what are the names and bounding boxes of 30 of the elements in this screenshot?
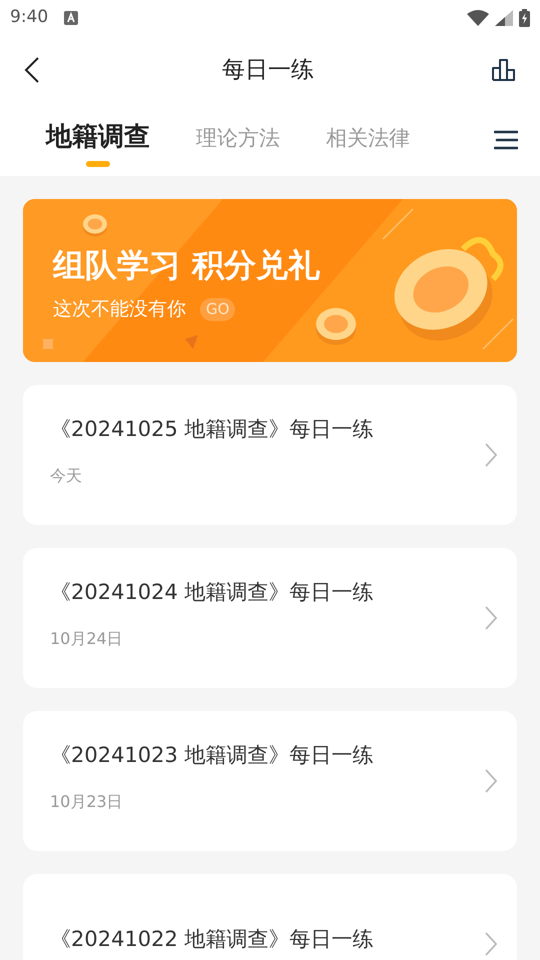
status-time: 9:40: [10, 6, 48, 30]
banner-headline: 组队学习 积分兑礼: [53, 245, 322, 285]
exercise-card[interactable]: 《20241022 地籍调查》每日一练: [23, 874, 517, 960]
chevron-right-icon: [485, 443, 497, 467]
exercise-date: 今天: [50, 464, 83, 487]
category-tab[interactable]: 地籍调查: [46, 118, 150, 167]
battery-icon: [519, 9, 530, 27]
menu-button[interactable]: [494, 130, 518, 150]
exercise-date: 10月24日: [50, 628, 124, 650]
signal-icon: [495, 10, 513, 26]
exercise-title: 《20241025 地籍调查》每日一练: [50, 416, 374, 444]
chevron-right-icon: [485, 769, 497, 793]
exercise-title: 《20241022 地籍调查》每日一练: [50, 926, 374, 954]
wifi-icon: [467, 10, 489, 26]
exercise-card[interactable]: 《20241025 地籍调查》每日一练 今天: [23, 385, 517, 525]
exercise-title: 《20241024 地籍调查》每日一练: [50, 579, 374, 606]
menu-icon: [494, 130, 518, 150]
exercise-card[interactable]: 《20241023 地籍调查》每日一练 10月23日: [23, 711, 517, 851]
exercise-card[interactable]: 《20241024 地籍调查》每日一练 10月24日: [23, 548, 517, 688]
chevron-right-icon: [485, 606, 497, 630]
back-icon: [24, 57, 40, 83]
chevron-right-icon: [485, 932, 497, 956]
ranking-button[interactable]: [492, 58, 516, 82]
banner-subline: 这次不能没有你: [53, 297, 186, 322]
page-title: 每日一练: [222, 56, 314, 85]
exercise-date: 10月23日: [50, 790, 124, 813]
tab-indicator: [86, 161, 110, 167]
notification-icon: [64, 11, 78, 25]
exercise-title: 《20241023 地籍调查》每日一练: [50, 742, 374, 770]
bar-chart-icon: [492, 59, 516, 81]
